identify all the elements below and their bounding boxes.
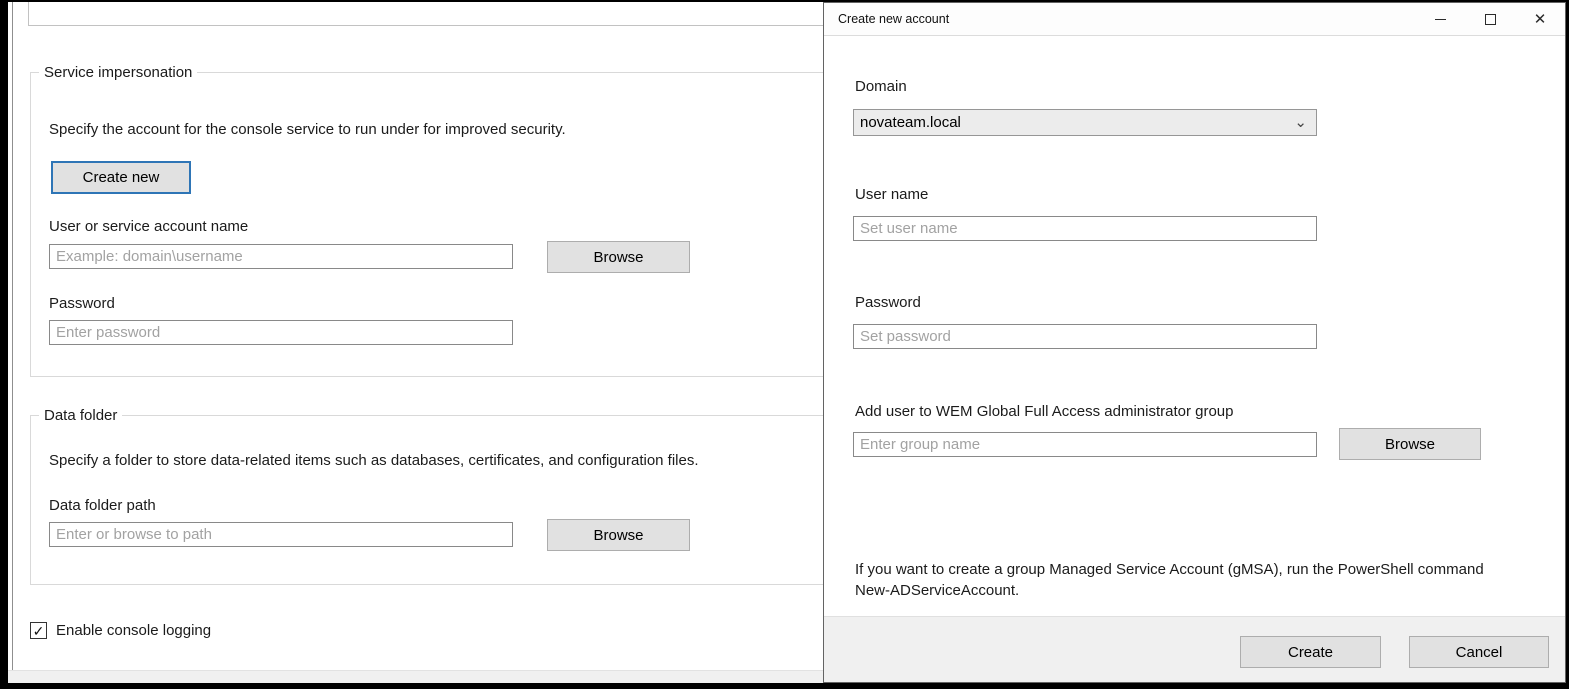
minimize-icon bbox=[1435, 19, 1446, 20]
close-icon: ✕ bbox=[1534, 12, 1547, 27]
domain-dropdown[interactable]: novateam.local ⌄ bbox=[853, 109, 1317, 136]
cancel-button[interactable]: Cancel bbox=[1409, 636, 1549, 668]
user-name-input[interactable] bbox=[853, 216, 1317, 241]
minimize-button[interactable] bbox=[1415, 3, 1465, 35]
enable-console-logging-label: Enable console logging bbox=[56, 622, 211, 639]
gmsa-note: If you want to create a group Managed Se… bbox=[855, 559, 1515, 601]
data-folder-description: Specify a folder to store data-related i… bbox=[49, 452, 699, 469]
domain-label: Domain bbox=[855, 78, 907, 95]
create-new-button[interactable]: Create new bbox=[51, 161, 191, 194]
dialog-footer: Create Cancel bbox=[824, 616, 1565, 682]
dialog-title: Create new account bbox=[824, 12, 1415, 26]
data-folder-group: Data folder Specify a folder to store da… bbox=[30, 415, 823, 585]
account-name-label: User or service account name bbox=[49, 218, 248, 235]
user-name-label: User name bbox=[855, 186, 928, 203]
chevron-down-icon: ⌄ bbox=[1294, 119, 1310, 127]
service-impersonation-description: Specify the account for the console serv… bbox=[49, 121, 566, 138]
service-impersonation-group-title: Service impersonation bbox=[39, 64, 197, 81]
left-window-border bbox=[12, 2, 13, 683]
admin-group-browse-button[interactable]: Browse bbox=[1339, 428, 1481, 460]
data-folder-path-input[interactable] bbox=[49, 522, 513, 547]
maximize-icon bbox=[1485, 14, 1496, 25]
service-impersonation-group: Service impersonation Specify the accoun… bbox=[30, 72, 823, 377]
data-folder-browse-button[interactable]: Browse bbox=[547, 519, 690, 551]
left-window-footer bbox=[8, 670, 823, 683]
enable-console-logging-checkbox-row[interactable]: ✓ Enable console logging bbox=[30, 622, 211, 639]
maximize-button[interactable] bbox=[1465, 3, 1515, 35]
top-cropped-panel bbox=[28, 2, 823, 26]
account-name-input[interactable] bbox=[49, 244, 513, 269]
admin-group-input[interactable] bbox=[853, 432, 1317, 457]
console-settings-window: Service impersonation Specify the accoun… bbox=[8, 2, 823, 683]
close-button[interactable]: ✕ bbox=[1515, 3, 1565, 35]
dialog-password-input[interactable] bbox=[853, 324, 1317, 349]
data-folder-path-label: Data folder path bbox=[49, 497, 156, 514]
data-folder-group-title: Data folder bbox=[39, 407, 122, 424]
account-browse-button[interactable]: Browse bbox=[547, 241, 690, 273]
dialog-titlebar: Create new account ✕ bbox=[824, 3, 1565, 36]
password-label: Password bbox=[49, 295, 115, 312]
domain-selected-value: novateam.local bbox=[860, 114, 1294, 131]
checkbox-checked-icon[interactable]: ✓ bbox=[30, 622, 47, 639]
create-new-account-dialog: Create new account ✕ Domain novateam.loc… bbox=[823, 2, 1566, 683]
dialog-password-label: Password bbox=[855, 294, 921, 311]
admin-group-label: Add user to WEM Global Full Access admin… bbox=[855, 403, 1234, 420]
create-button[interactable]: Create bbox=[1240, 636, 1381, 668]
password-input[interactable] bbox=[49, 320, 513, 345]
